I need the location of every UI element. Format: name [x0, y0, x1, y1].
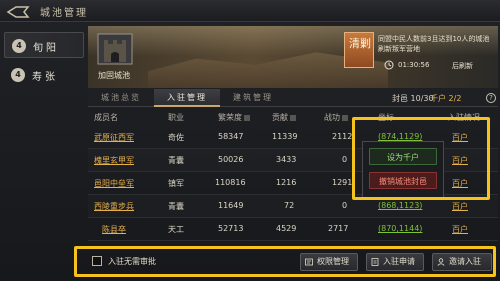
sidebar-item-label: 寿张 — [32, 72, 58, 83]
title-bar: 城池管理 — [0, 0, 500, 22]
member-name-link[interactable]: 西陵重步兵 — [94, 201, 134, 212]
member-merit: 2717 — [328, 224, 349, 233]
col-merit-label: 战功 — [324, 113, 340, 122]
member-merit: 1291 — [332, 178, 353, 187]
residence-application-button[interactable]: 入驻申请 — [366, 253, 424, 271]
member-name-link[interactable]: 陈县卒 — [102, 224, 126, 235]
clock-icon — [384, 60, 394, 70]
sort-icon — [244, 115, 250, 120]
col-member-name: 成员名 — [94, 113, 118, 122]
member-contribution: 4529 — [276, 224, 297, 233]
footer-toolbar: 入驻无需审批 权限管理 入驻申请 邀请入驻 — [88, 250, 493, 274]
member-prosperity: 52713 — [218, 224, 244, 233]
member-job: 镇军 — [168, 179, 184, 188]
status-link[interactable]: 百户 — [452, 224, 468, 235]
col-contribution[interactable]: 贡献 — [272, 112, 296, 123]
member-merit: 0 — [342, 201, 348, 210]
city-management-window: 城池管理 4 旬阳 4 寿张 加固城池 清剿 同盟中民人数前3且达到10人的城池… — [0, 0, 500, 281]
permission-management-label: 权限管理 — [317, 257, 349, 266]
invite-icon — [437, 258, 445, 266]
chiliarch-count: 千户 2/2 — [430, 94, 462, 103]
tab-city-overview[interactable]: 城池总览 — [88, 89, 154, 107]
col-prosperity[interactable]: 繁荣度 — [218, 112, 250, 123]
fortify-city-label[interactable]: 加固城池 — [98, 70, 130, 81]
tab-building-management[interactable]: 建筑管理 — [220, 89, 286, 107]
member-merit: 2112 — [332, 132, 353, 141]
refresh-label: 后刷新 — [452, 62, 473, 70]
col-prosperity-label: 繁荣度 — [218, 113, 242, 122]
member-contribution: 3433 — [276, 155, 297, 164]
member-contribution: 1216 — [276, 178, 297, 187]
member-contribution: 11339 — [272, 132, 298, 141]
status-link[interactable]: 百户 — [452, 201, 468, 212]
apply-icon — [371, 258, 379, 266]
highlight-frame-actions — [352, 117, 490, 200]
sort-icon — [342, 115, 348, 120]
member-job: 青囊 — [168, 202, 184, 211]
city-level-badge: 4 — [11, 68, 25, 82]
col-merit[interactable]: 战功 — [324, 112, 348, 123]
member-contribution: 72 — [284, 201, 295, 210]
city-level-badge: 4 — [12, 39, 26, 53]
permission-icon — [305, 258, 313, 266]
back-arrow-icon — [6, 6, 30, 18]
residence-application-label: 入驻申请 — [383, 257, 415, 266]
auto-approve-label: 入驻无需审批 — [108, 257, 156, 266]
col-job: 职业 — [168, 113, 184, 122]
auto-approve-checkbox[interactable] — [92, 256, 102, 266]
tab-bar: 城池总览 入驻管理 建筑管理 封邑 10/30 千户 2/2 ? — [88, 89, 498, 107]
rebel-notice: 同盟中民人数前3且达到10人的城池刷新叛军营地 — [378, 35, 490, 53]
sidebar-item-xunyang[interactable]: 4 旬阳 — [4, 32, 84, 58]
city-banner: 加固城池 清剿 同盟中民人数前3且达到10人的城池刷新叛军营地 01:30:56… — [88, 26, 498, 88]
suppress-stamp: 清剿 — [344, 32, 374, 68]
permission-management-button[interactable]: 权限管理 — [300, 253, 358, 271]
window-title: 城池管理 — [40, 8, 88, 19]
refresh-timer: 01:30:56 — [398, 61, 430, 69]
sort-icon — [290, 115, 296, 120]
invite-residence-label: 邀请入驻 — [449, 257, 481, 266]
member-name-link[interactable]: 武原征西军 — [94, 132, 134, 143]
fief-count: 封邑 10/30 — [392, 94, 434, 103]
help-icon[interactable]: ? — [486, 93, 496, 103]
member-prosperity: 11649 — [218, 201, 244, 210]
col-contribution-label: 贡献 — [272, 113, 288, 122]
member-job: 青囊 — [168, 156, 184, 165]
castle-icon[interactable] — [96, 32, 134, 66]
sidebar-item-label: 旬阳 — [33, 43, 59, 54]
member-prosperity: 110816 — [215, 178, 246, 187]
city-sidebar: 4 旬阳 4 寿张 — [0, 24, 84, 244]
member-name-link[interactable]: 槐里玄甲军 — [94, 155, 134, 166]
member-job: 奇佐 — [168, 133, 184, 142]
coordinate-link[interactable]: (870,1144) — [378, 224, 422, 233]
table-row: 陈县卒 天工 52713 4529 2717 (870,1144) 百户 — [88, 218, 498, 241]
stamp-text: 清剿 — [349, 37, 371, 50]
member-name-link[interactable]: 邑阳中垒军 — [94, 178, 134, 189]
back-button[interactable] — [6, 4, 30, 18]
member-prosperity: 58347 — [218, 132, 244, 141]
member-prosperity: 50026 — [218, 155, 244, 164]
sidebar-item-shouzhang[interactable]: 4 寿张 — [4, 62, 84, 88]
coordinate-link[interactable]: (868,1123) — [378, 201, 422, 210]
member-merit: 0 — [342, 155, 348, 164]
tab-residence-management[interactable]: 入驻管理 — [154, 89, 220, 107]
invite-residence-button[interactable]: 邀请入驻 — [432, 253, 492, 271]
member-job: 天工 — [168, 225, 184, 234]
